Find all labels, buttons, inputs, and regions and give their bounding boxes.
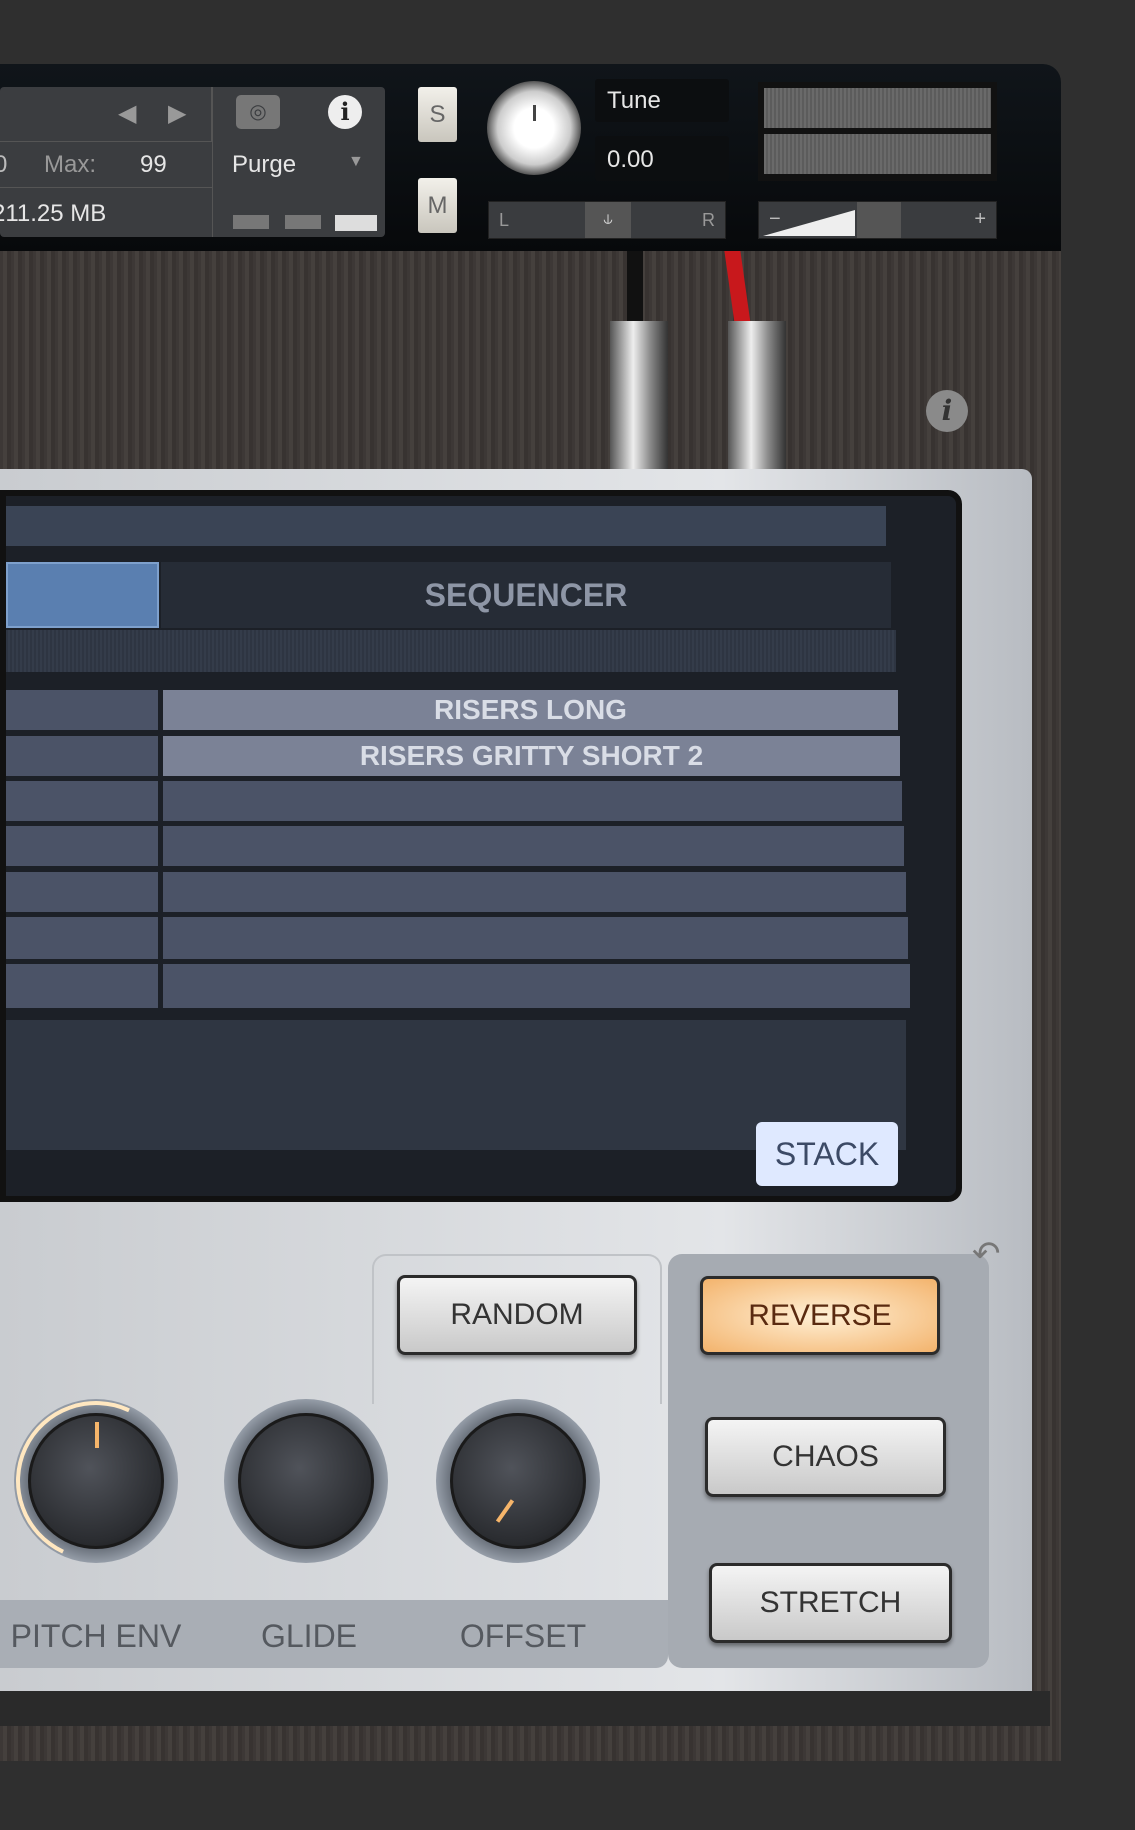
cable-connector bbox=[610, 321, 668, 469]
list-item[interactable]: RISERS LONG bbox=[163, 690, 898, 730]
glide-knob[interactable] bbox=[224, 1399, 388, 1563]
tune-label: Tune bbox=[607, 87, 661, 114]
volume-handle[interactable] bbox=[857, 202, 901, 238]
stretch-button[interactable]: STRETCH bbox=[709, 1563, 952, 1643]
list-item[interactable] bbox=[163, 964, 910, 1008]
purge-dropdown[interactable]: Purge bbox=[232, 151, 296, 179]
pitch-env-knob[interactable] bbox=[0, 1378, 199, 1584]
instrument-header: ◀ ▶ ◎ i 0 Max: 99 211.25 MB Purge ▼ S M … bbox=[0, 64, 1061, 251]
cable-connector bbox=[728, 321, 786, 469]
list-item[interactable]: RISERS GRITTY SHORT 2 bbox=[163, 736, 900, 776]
tab-active[interactable] bbox=[6, 562, 159, 628]
instrument-window: ◀ ▶ ◎ i 0 Max: 99 211.25 MB Purge ▼ S M … bbox=[0, 64, 1061, 1761]
pan-left-label: L bbox=[499, 210, 510, 230]
volume-plus-label: + bbox=[974, 208, 986, 230]
list-item[interactable] bbox=[163, 781, 902, 821]
device-base bbox=[0, 1691, 1050, 1726]
pan-handle[interactable]: ⫝ bbox=[585, 202, 631, 238]
tune-value-box[interactable]: 0.00 bbox=[595, 136, 729, 181]
tune-label-box: Tune bbox=[595, 79, 729, 122]
memory-usage: 211.25 MB bbox=[0, 200, 107, 227]
list-item[interactable] bbox=[6, 872, 158, 912]
list-item-label: RISERS LONG bbox=[434, 694, 627, 725]
knob-label: GLIDE bbox=[260, 1618, 358, 1654]
instrument-info-panel: ◀ ▶ ◎ i 0 Max: 99 211.25 MB Purge ▼ bbox=[0, 87, 385, 237]
stack-button[interactable]: STACK bbox=[756, 1122, 898, 1186]
list-item[interactable] bbox=[6, 826, 158, 866]
tune-knob[interactable] bbox=[487, 81, 581, 175]
list-item[interactable] bbox=[163, 826, 904, 866]
camera-icon[interactable]: ◎ bbox=[236, 95, 280, 129]
knob-label: PITCH ENV bbox=[10, 1618, 182, 1654]
pan-right-label: R bbox=[702, 210, 715, 230]
purge-indicator bbox=[285, 215, 321, 229]
list-item[interactable] bbox=[6, 781, 158, 821]
list-item[interactable] bbox=[6, 736, 158, 776]
level-meter bbox=[758, 82, 997, 181]
pan-slider[interactable]: L ⫝ R bbox=[488, 201, 726, 239]
display-screen: SEQUENCER RISERS LONG RISERS GRITTY SHOR… bbox=[0, 490, 962, 1202]
offset-knob[interactable] bbox=[436, 1399, 600, 1563]
reverse-button[interactable]: REVERSE bbox=[700, 1276, 940, 1355]
volume-slider[interactable]: − + bbox=[758, 201, 997, 239]
dropdown-arrow-icon[interactable]: ▼ bbox=[348, 153, 364, 171]
info-icon[interactable]: i bbox=[926, 390, 968, 432]
purge-indicator bbox=[233, 215, 269, 229]
list-item-label: RISERS GRITTY SHORT 2 bbox=[359, 740, 704, 771]
prev-arrow-icon[interactable]: ◀ bbox=[118, 99, 136, 128]
info-icon[interactable]: i bbox=[328, 95, 362, 129]
next-arrow-icon[interactable]: ▶ bbox=[168, 99, 186, 128]
list-item[interactable] bbox=[6, 690, 158, 730]
list-item[interactable] bbox=[6, 917, 158, 959]
list-item[interactable] bbox=[6, 964, 158, 1008]
tune-value[interactable]: 0.00 bbox=[607, 146, 654, 174]
undo-icon[interactable]: ↶ bbox=[972, 1234, 1001, 1274]
max-label: Max: bbox=[44, 151, 97, 178]
list-item[interactable] bbox=[163, 917, 908, 959]
mute-button[interactable]: M bbox=[418, 178, 457, 233]
volume-fill bbox=[763, 210, 855, 236]
purge-indicator bbox=[335, 215, 377, 231]
random-button[interactable]: RANDOM bbox=[397, 1275, 637, 1355]
knob-label: OFFSET bbox=[459, 1618, 587, 1654]
max-voices-value[interactable]: 99 bbox=[140, 151, 167, 179]
tab-sequencer-label: SEQUENCER bbox=[424, 577, 628, 613]
voices-value: 0 bbox=[0, 151, 8, 178]
tab-sequencer[interactable]: SEQUENCER bbox=[161, 562, 891, 628]
chaos-button[interactable]: CHAOS bbox=[705, 1417, 946, 1497]
solo-button[interactable]: S bbox=[418, 87, 457, 142]
black-cable bbox=[627, 251, 643, 331]
list-item[interactable] bbox=[163, 872, 906, 912]
